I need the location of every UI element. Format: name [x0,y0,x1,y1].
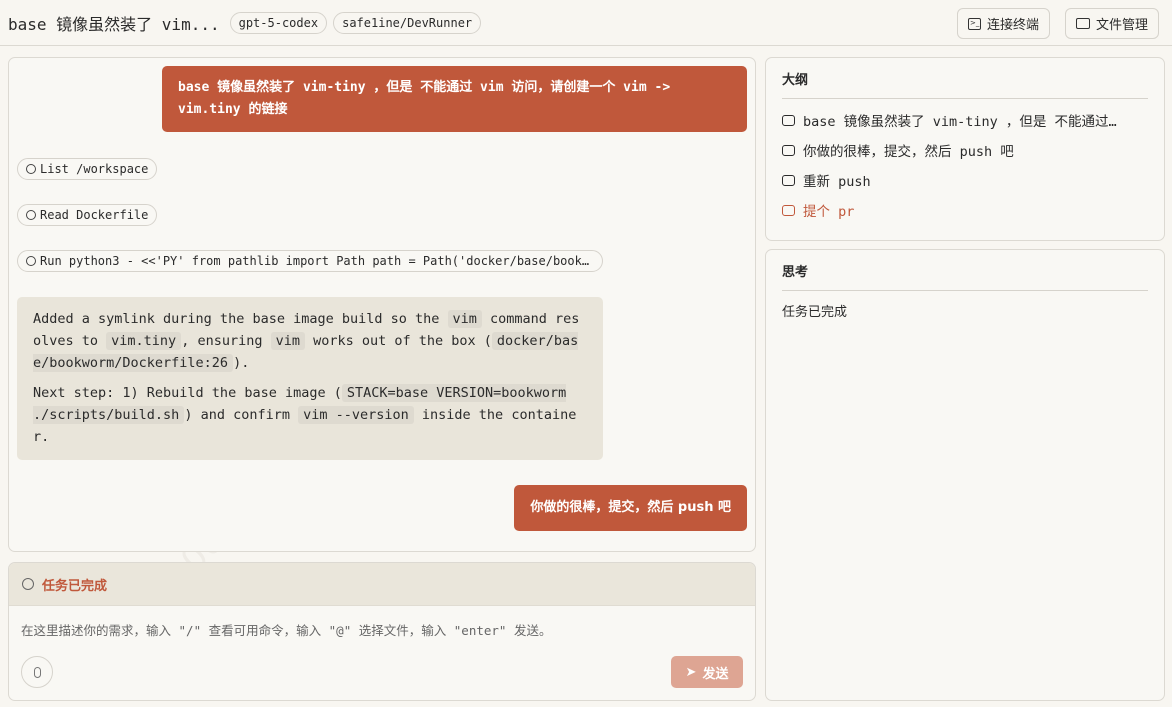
tool-call-label: Run python3 - <<'PY' from pathlib import… [40,254,589,268]
microphone-button[interactable] [21,656,53,688]
outline-item[interactable]: base 镜像虽然装了 vim-tiny ，但是 不能通过… [766,105,1164,135]
assistant-message: Added a symlink during the base image bu… [17,297,603,460]
outline-panel: 大纲 base 镜像虽然装了 vim-tiny ，但是 不能通过… 你做的很棒，… [765,57,1165,241]
chat-panel: base 镜像虽然装了 vim-tiny ，但是 不能通过 vim 访问，请创建… [8,57,756,552]
inline-code: vim [271,332,305,350]
page-title: base 镜像虽然装了 vim... [8,11,220,35]
folder-icon [1076,18,1090,29]
tool-call-label: List /workspace [40,162,148,176]
text: ) and confirm [184,407,298,423]
send-label: 发送 [702,663,728,682]
tool-call-label: Read Dockerfile [40,208,148,222]
assistant-paragraph: Added a symlink during the base image bu… [33,308,587,374]
outline-title: 大纲 [766,58,1164,98]
thinking-title: 思考 [766,250,1164,290]
comment-icon [782,175,795,186]
outline-item-active[interactable]: 提个 pr [766,195,1164,225]
text: ). [233,355,249,371]
divider [782,98,1148,99]
terminal-icon: >_ [968,18,981,30]
inline-code: vim --version [298,406,414,424]
check-circle-icon [22,578,34,590]
check-circle-icon [26,164,36,174]
thinking-content: 任务已完成 [766,291,1164,330]
send-button[interactable]: ➤ 发送 [671,656,743,688]
connect-terminal-button[interactable]: >_ 连接终端 [957,8,1050,39]
outline-item-label: 你做的很棒，提交，然后 push 吧 [803,140,1014,160]
text: Added a symlink during the base image bu… [33,311,448,327]
file-manager-label: 文件管理 [1096,14,1148,33]
user-message: base 镜像虽然装了 vim-tiny ，但是 不能通过 vim 访问，请创建… [162,66,747,132]
outline-item-label: base 镜像虽然装了 vim-tiny ，但是 不能通过… [803,110,1117,130]
inline-code: vim.tiny [106,332,181,350]
tool-call-chip[interactable]: Run python3 - <<'PY' from pathlib import… [17,250,603,272]
comment-icon [782,115,795,126]
connect-terminal-label: 连接终端 [987,14,1039,33]
text: works out of the box ( [305,333,492,349]
inline-code: vim [448,310,482,328]
tool-call-chip[interactable]: Read Dockerfile [17,204,157,226]
file-manager-button[interactable]: 文件管理 [1065,8,1159,39]
check-circle-icon [26,210,36,220]
comment-icon [782,145,795,156]
outline-item-label: 重新 push [803,170,871,190]
user-message: 你做的很棒，提交，然后 push 吧 [514,485,747,531]
outline-item[interactable]: 你做的很棒，提交，然后 push 吧 [766,135,1164,165]
status-bar: 任务已完成 [9,563,755,606]
comment-icon [782,205,795,216]
text: Next step: 1) Rebuild the base image ( [33,385,342,401]
repo-badge: safe1ine/DevRunner [333,12,481,34]
tool-call-chip[interactable]: List /workspace [17,158,157,180]
top-bar: base 镜像虽然装了 vim... gpt-5-codex safe1ine/… [0,0,1172,46]
assistant-paragraph: Next step: 1) Rebuild the base image (ST… [33,382,587,448]
message-input[interactable]: 在这里描述你的需求，输入 "/" 查看可用命令，输入 "@" 选择文件，输入 "… [9,606,755,653]
model-badge: gpt-5-codex [230,12,327,34]
outline-item[interactable]: 重新 push [766,165,1164,195]
microphone-icon [34,667,41,678]
thinking-panel: 思考 任务已完成 [765,249,1165,701]
text: , ensuring [181,333,270,349]
outline-item-label: 提个 pr [803,200,854,220]
check-circle-icon [26,256,36,266]
send-icon: ➤ [686,665,697,680]
status-text: 任务已完成 [42,575,107,594]
composer: 任务已完成 在这里描述你的需求，输入 "/" 查看可用命令，输入 "@" 选择文… [8,562,756,701]
